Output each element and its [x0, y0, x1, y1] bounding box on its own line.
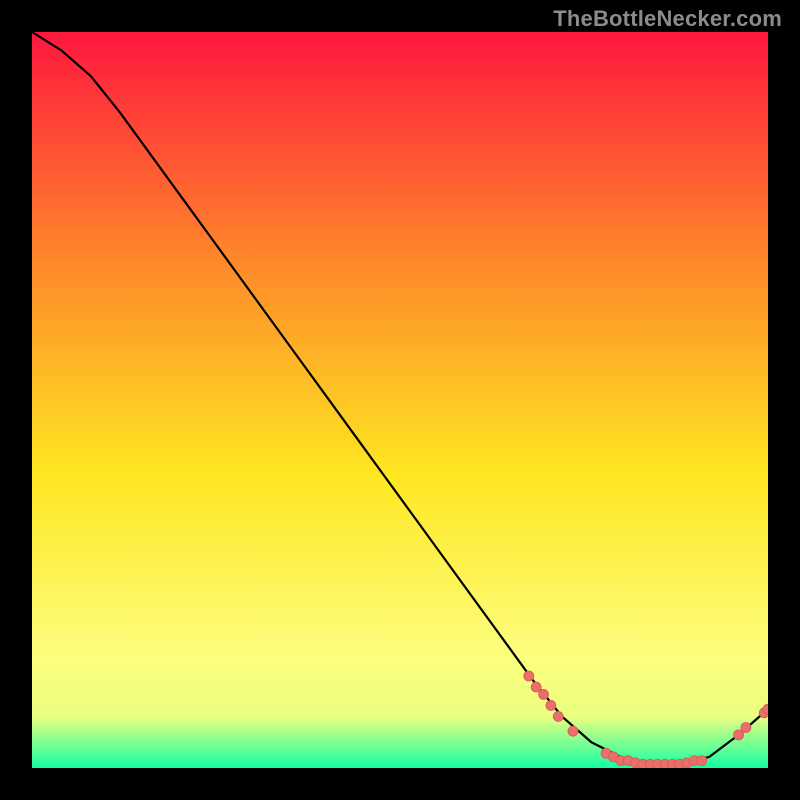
chart-svg [32, 32, 768, 768]
data-point [697, 756, 707, 766]
data-point [524, 671, 534, 681]
data-point [546, 700, 556, 710]
data-point [568, 726, 578, 736]
data-point [539, 689, 549, 699]
data-point [734, 730, 744, 740]
data-point [553, 711, 563, 721]
plot-area [32, 32, 768, 768]
watermark-text: TheBottleNecker.com [553, 6, 782, 32]
data-point [531, 682, 541, 692]
data-point [741, 723, 751, 733]
chart-stage: TheBottleNecker.com [0, 0, 800, 800]
